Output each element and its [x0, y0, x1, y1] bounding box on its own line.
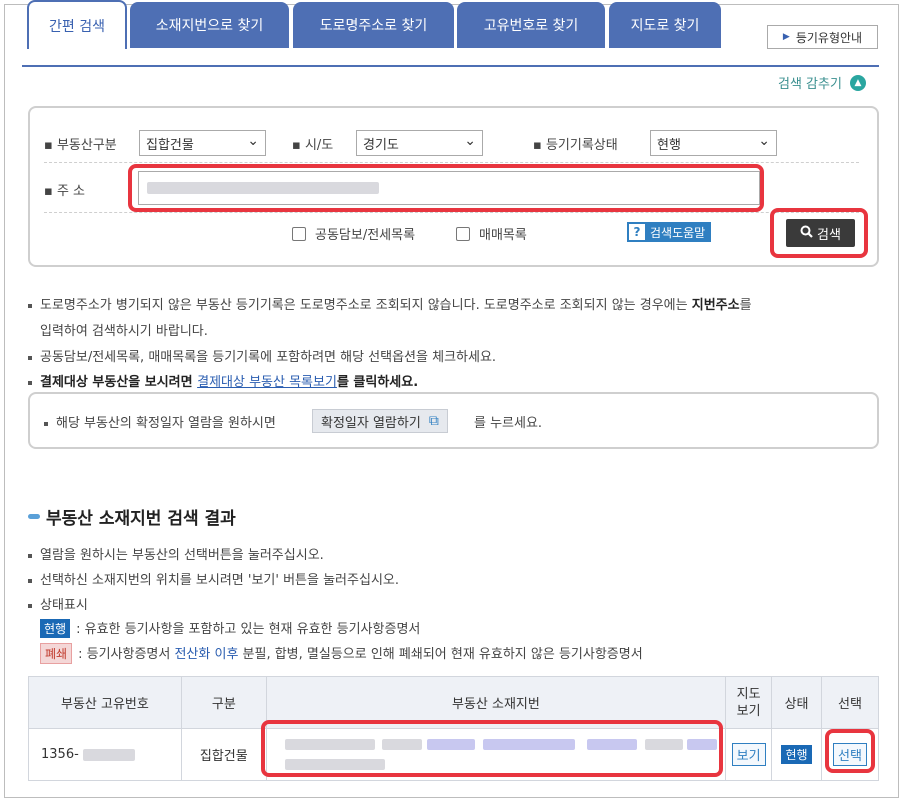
- collapse-search-toggle[interactable]: 검색 감추기 ▲: [778, 73, 866, 92]
- tab-unique-number[interactable]: 고유번호로 찾기: [457, 2, 605, 48]
- cell-map-view: 보기: [725, 728, 773, 781]
- status-badge-closed: 폐쇄: [40, 643, 73, 664]
- chevron-down-icon: ⌄: [247, 133, 259, 149]
- col-unique-number: 부동산 고유번호: [28, 676, 182, 729]
- confirmation-text-a: 해당 부동산의 확정일자 열람을 원하시면: [44, 412, 276, 431]
- divider: [44, 162, 859, 163]
- status-badge-current: 현행: [40, 619, 71, 638]
- results-note-view: 선택하신 소재지번의 위치를 보시려면 '보기' 버튼을 눌러주십시오.: [28, 569, 399, 588]
- chevron-down-icon: ⌄: [758, 133, 770, 149]
- col-map-view: 지도 보기: [725, 676, 773, 729]
- highlight-search-button: [770, 208, 868, 258]
- highlight-select-button: [825, 729, 875, 773]
- cell-unique-number: 1356-: [28, 728, 182, 781]
- collapse-label: 검색 감추기: [778, 77, 842, 92]
- checkbox-label: 공동담보/전세목록: [315, 228, 416, 243]
- triangle-right-icon: ▶: [782, 32, 790, 42]
- address-label: ▪ 주 소: [44, 184, 86, 199]
- view-map-button[interactable]: 보기: [731, 743, 766, 766]
- title-bar-icon: [28, 514, 40, 519]
- results-title: 부동산 소재지번 검색 결과: [28, 504, 236, 529]
- cell-type: 집합건물: [180, 728, 267, 781]
- chevron-down-icon: ⌄: [464, 133, 476, 149]
- search-help-button[interactable]: ? 검색도움말: [627, 222, 712, 242]
- property-type-select[interactable]: 집합건물 ⌄: [139, 130, 266, 156]
- results-note-status: 상태표시: [28, 594, 88, 613]
- record-status-label: ▪ 등기기록상태: [533, 138, 618, 153]
- chevron-up-icon: ▲: [849, 74, 866, 91]
- tab-underline: [22, 65, 879, 67]
- tab-map[interactable]: 지도로 찾기: [609, 2, 721, 48]
- tab-lot-number[interactable]: 소재지번으로 찾기: [130, 2, 289, 48]
- cell-status: 현행: [771, 728, 823, 781]
- col-select: 선택: [821, 676, 879, 729]
- external-link-icon: ⧉: [428, 413, 439, 429]
- region-label: ▪ 시/도: [292, 138, 334, 153]
- checkbox-box[interactable]: [292, 226, 306, 241]
- note-road-address-cont: 입력하여 검색하시기 바랍니다.: [40, 324, 208, 339]
- highlight-address: [128, 164, 764, 212]
- divider: [44, 212, 859, 213]
- sale-list-checkbox[interactable]: 매매목록: [456, 224, 527, 243]
- payment-list-link[interactable]: 결제대상 부동산 목록보기: [197, 375, 337, 390]
- confirmation-date-button[interactable]: 확정일자 열람하기 ⧉: [312, 409, 448, 433]
- col-type: 구분: [180, 676, 267, 729]
- note-road-address: 도로명주소가 병기되지 않은 부동산 등기기록은 도로명주소로 조회되지 않습니…: [28, 294, 752, 313]
- record-status-select[interactable]: 현행 ⌄: [650, 130, 777, 156]
- help-button-label: 검색도움말: [650, 225, 706, 240]
- guide-button-label: 등기유형안내: [795, 30, 863, 45]
- col-status: 상태: [771, 676, 823, 729]
- checkbox-label: 매매목록: [479, 228, 527, 243]
- status-legend-current: 현행: 유효한 등기사항을 포함하고 있는 현재 유효한 등기사항증명서: [40, 618, 420, 638]
- region-select[interactable]: 경기도 ⌄: [356, 130, 483, 156]
- note-payment: 결제대상 부동산을 보시려면 결제대상 부동산 목록보기를 클릭하세요.: [28, 371, 418, 390]
- confirmation-button-label: 확정일자 열람하기: [321, 415, 421, 431]
- redacted-text: [82, 748, 135, 761]
- status-legend-closed: 폐쇄: 등기사항증명서 전산화 이후 분필, 합병, 멸실등으로 인해 폐쇄되어…: [40, 643, 643, 664]
- confirmation-text-b: 를 누르세요.: [474, 416, 543, 431]
- note-options: 공동담보/전세목록, 매매목록을 등기기록에 포함하려면 해당 선택옵션을 체크…: [28, 346, 496, 365]
- question-icon: ?: [629, 224, 645, 240]
- registry-type-guide-button[interactable]: ▶ 등기유형안내: [767, 25, 878, 49]
- property-type-label: ▪ 부동산구분: [44, 138, 117, 153]
- checkbox-box[interactable]: [456, 226, 470, 241]
- tab-simple-search[interactable]: 간편 검색: [27, 0, 127, 49]
- highlight-address-cell: [261, 720, 723, 777]
- tab-road-address[interactable]: 도로명주소로 찾기: [293, 2, 454, 48]
- results-note-select: 열람을 원하시는 부동산의 선택버튼을 눌러주십시오.: [28, 544, 324, 563]
- joint-collateral-checkbox[interactable]: 공동담보/전세목록: [292, 224, 415, 243]
- status-badge: 현행: [781, 745, 812, 764]
